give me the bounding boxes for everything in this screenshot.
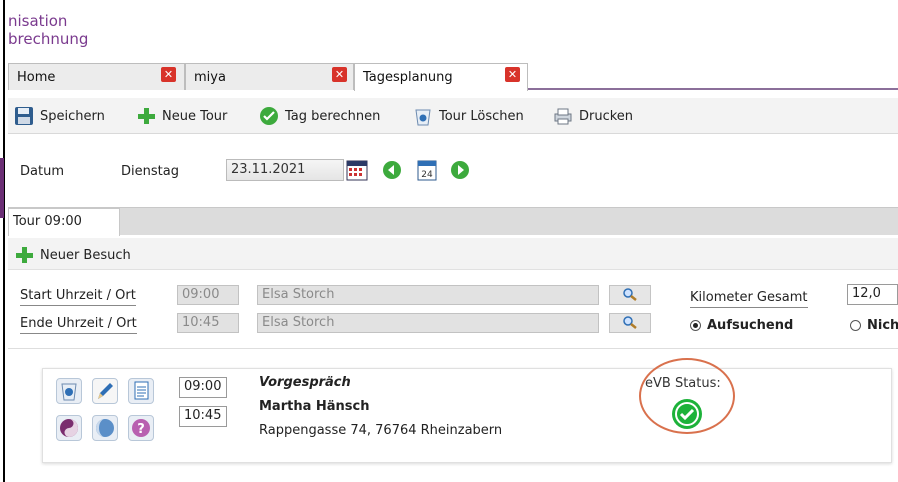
close-icon[interactable]: ✕: [161, 67, 176, 82]
new-visit-label: Neuer Besuch: [40, 247, 131, 263]
question-icon: ?: [132, 419, 150, 437]
tab-bar: Home ✕ miya ✕ Tagesplanung ✕: [8, 62, 898, 91]
visit-toolbar: Neuer Besuch: [8, 238, 898, 270]
end-label: Ende Uhrzeit / Ort: [20, 316, 137, 334]
delete-visit-button[interactable]: [56, 378, 82, 404]
close-icon[interactable]: ✕: [505, 67, 520, 82]
save-button[interactable]: Speichern: [14, 106, 105, 126]
left-edge: [0, 0, 6, 482]
tab-home[interactable]: Home ✕: [8, 63, 185, 90]
date-row: Datum Dienstag 23.11.2021 24: [8, 156, 898, 186]
new-tour-label: Neue Tour: [162, 108, 228, 124]
svg-text:?: ?: [137, 422, 145, 437]
start-search-button[interactable]: [609, 285, 651, 305]
moon-icon: [96, 419, 114, 437]
end-place-field: Elsa Storch: [257, 313, 599, 333]
plus-icon: [136, 106, 156, 126]
document-icon: [134, 381, 149, 400]
radio-nicht-label: Nich: [867, 318, 898, 333]
printer-icon: [553, 106, 573, 126]
today-day-number: 24: [421, 170, 433, 180]
date-label: Datum: [20, 164, 64, 179]
previous-day-icon[interactable]: [382, 160, 402, 184]
radio-selected-icon: [690, 320, 701, 331]
next-day-icon[interactable]: [450, 160, 470, 184]
km-label: Kilometer Gesamt: [690, 290, 808, 308]
new-tour-button[interactable]: Neue Tour: [136, 106, 227, 126]
save-label: Speichern: [40, 108, 105, 124]
highlight-ring: [639, 358, 735, 434]
radio-empty-icon: [850, 320, 861, 331]
pencil-icon: [98, 383, 113, 399]
visit-end-time[interactable]: 10:45: [179, 406, 227, 427]
today-calendar-icon[interactable]: 24: [416, 158, 438, 186]
radio-aufsuchend[interactable]: Aufsuchend: [690, 318, 793, 333]
floppy-disk-icon: [14, 106, 34, 126]
help-button[interactable]: ?: [128, 415, 154, 441]
visit-address: Rappengasse 74, 76764 Rheinzabern: [259, 423, 503, 438]
divider: [8, 348, 898, 349]
visit-person: Martha Hänsch: [259, 399, 370, 414]
app-title: nisation brechnung: [8, 12, 88, 48]
new-visit-button[interactable]: Neuer Besuch: [14, 245, 131, 265]
radio-aufsuchend-label: Aufsuchend: [707, 318, 794, 333]
close-icon[interactable]: ✕: [332, 67, 347, 82]
start-time-field: 09:00: [177, 285, 239, 305]
calendar-icon[interactable]: [346, 159, 368, 185]
date-input[interactable]: 23.11.2021: [226, 159, 344, 181]
app-title-line1: nisation: [8, 12, 68, 30]
tab-miya-label: miya: [194, 70, 226, 85]
end-search-button[interactable]: [609, 313, 651, 333]
print-button[interactable]: Drucken: [553, 106, 633, 126]
recycle-bin-icon: [413, 106, 433, 126]
check-circle-icon: [259, 106, 279, 126]
edit-visit-button[interactable]: [92, 378, 118, 404]
recycle-bin-icon: [61, 383, 77, 401]
start-place-field: Elsa Storch: [257, 285, 599, 305]
km-field[interactable]: 12,0: [847, 284, 898, 305]
calculate-day-button[interactable]: Tag berechnen: [259, 106, 380, 126]
visit-type: Vorgespräch: [259, 375, 351, 390]
document-button[interactable]: [128, 378, 154, 404]
visit-status-button-1[interactable]: [56, 415, 82, 441]
plus-icon: [14, 245, 34, 265]
end-time-field: 10:45: [177, 313, 239, 333]
calculate-day-label: Tag berechnen: [285, 108, 381, 124]
weekday-label: Dienstag: [121, 164, 179, 179]
magnifier-icon: [623, 316, 637, 329]
visit-card: ? 09:00 10:45 Vorgespräch Martha Hänsch …: [42, 368, 892, 463]
visit-start-time[interactable]: 09:00: [179, 377, 227, 398]
radio-nicht[interactable]: Nich: [850, 318, 898, 333]
tour-tab-bar: Tour 09:00: [8, 207, 898, 236]
magnifier-icon: [623, 288, 637, 301]
yin-yang-icon: [60, 419, 78, 437]
visit-status-button-2[interactable]: [92, 415, 118, 441]
tab-miya[interactable]: miya ✕: [185, 63, 354, 90]
tab-tagesplanung[interactable]: Tagesplanung ✕: [354, 63, 528, 91]
start-label: Start Uhrzeit / Ort: [20, 288, 136, 306]
app-title-line2: brechnung: [8, 30, 89, 48]
tab-tagesplanung-label: Tagesplanung: [363, 70, 453, 85]
toolbar: Speichern Neue Tour Tag berechnen Tour L…: [8, 98, 898, 134]
delete-tour-label: Tour Löschen: [439, 108, 524, 124]
delete-tour-button[interactable]: Tour Löschen: [413, 106, 524, 126]
print-label: Drucken: [579, 108, 634, 124]
tab-home-label: Home: [17, 70, 56, 85]
tab-tour[interactable]: Tour 09:00: [8, 208, 120, 236]
